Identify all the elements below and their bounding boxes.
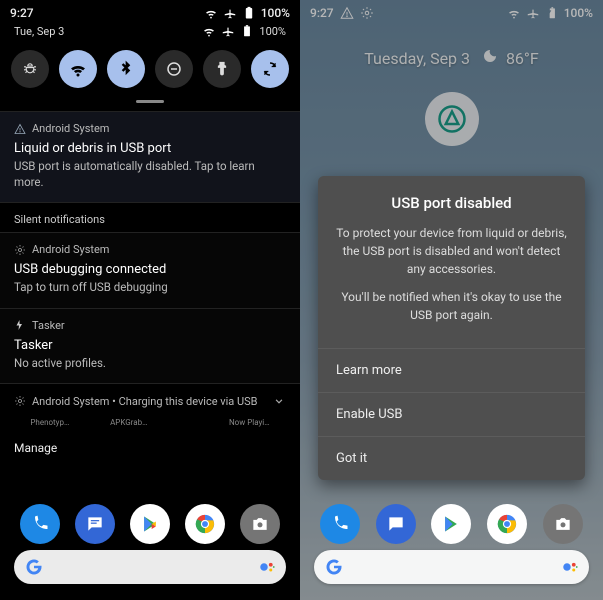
- dialog-enable-usb-button[interactable]: Enable USB: [318, 392, 585, 436]
- silent-section-header: Silent notifications: [0, 202, 300, 232]
- app-camera[interactable]: [240, 504, 280, 544]
- wifi-icon: [202, 24, 216, 38]
- usb-disabled-dialog: USB port disabled To protect your device…: [318, 176, 585, 480]
- dock: [300, 504, 603, 544]
- wifi-icon: [204, 6, 218, 20]
- assistant-icon[interactable]: [561, 558, 579, 576]
- app-play-store[interactable]: [431, 504, 471, 544]
- dialog-title: USB port disabled: [336, 194, 567, 212]
- notif-app-name: Android System: [32, 122, 109, 135]
- chevron-down-icon[interactable]: [272, 394, 286, 408]
- airplane-icon: [223, 6, 237, 20]
- background-app-labels: Phenotyp… APKGrab… Now Playi…: [0, 418, 300, 431]
- manage-button[interactable]: Manage: [0, 431, 300, 465]
- notif-body: No active profiles.: [14, 356, 286, 372]
- qs-dnd-toggle[interactable]: [155, 50, 193, 88]
- app-phone[interactable]: [320, 504, 360, 544]
- gear-icon: [14, 244, 26, 256]
- notif-title: USB debugging connected: [14, 262, 286, 277]
- app-messages[interactable]: [75, 504, 115, 544]
- notification-usb-debugging[interactable]: Android System USB debugging connected T…: [0, 232, 300, 308]
- app-camera[interactable]: [543, 504, 583, 544]
- battery-icon: [242, 6, 256, 20]
- status-time: 9:27: [10, 6, 34, 20]
- dialog-text: You'll be notified when it's okay to use…: [336, 288, 567, 324]
- airplane-icon: [221, 24, 235, 38]
- notification-charging-collapsed[interactable]: Android System • Charging this device vi…: [0, 383, 300, 418]
- dialog-text: To protect your device from liquid or de…: [336, 224, 567, 278]
- collapsed-text: Android System • Charging this device vi…: [32, 395, 258, 408]
- shade-date[interactable]: Tue, Sep 3: [14, 25, 64, 38]
- app-chrome[interactable]: [185, 504, 225, 544]
- app-play-store[interactable]: [130, 504, 170, 544]
- notif-title: Liquid or debris in USB port: [14, 141, 286, 156]
- left-screenshot: 9:27 100% Tue, Sep 3 100%: [0, 0, 300, 600]
- google-g-icon: [24, 557, 44, 577]
- dock: [0, 504, 300, 544]
- assistant-icon[interactable]: [258, 558, 276, 576]
- bolt-icon: [14, 319, 26, 331]
- battery-percent: 100%: [259, 25, 286, 38]
- qs-bluetooth-toggle[interactable]: [107, 50, 145, 88]
- notif-title: Tasker: [14, 338, 286, 353]
- notif-body: USB port is automatically disabled. Tap …: [14, 159, 286, 190]
- battery-percent: 100%: [261, 6, 290, 20]
- notification-tasker[interactable]: Tasker Tasker No active profiles.: [0, 308, 300, 384]
- app-phone[interactable]: [20, 504, 60, 544]
- shade-drag-handle[interactable]: [136, 100, 164, 103]
- gear-icon: [14, 395, 26, 407]
- dialog-got-it-button[interactable]: Got it: [318, 436, 585, 480]
- notification-usb-liquid[interactable]: Android System Liquid or debris in USB p…: [0, 111, 300, 202]
- qs-wifi-toggle[interactable]: [59, 50, 97, 88]
- dialog-learn-more-button[interactable]: Learn more: [318, 348, 585, 392]
- notif-app-name: Android System: [32, 243, 109, 256]
- quick-settings-row: [0, 46, 300, 96]
- status-bar: 9:27 100%: [0, 0, 300, 22]
- warning-icon: [14, 123, 26, 135]
- app-messages[interactable]: [376, 504, 416, 544]
- right-screenshot: 9:27 100% Tuesday, Sep 3 86°F USB port d…: [300, 0, 603, 600]
- search-bar[interactable]: [14, 550, 286, 584]
- qs-flashlight-toggle[interactable]: [203, 50, 241, 88]
- app-chrome[interactable]: [487, 504, 527, 544]
- google-g-icon: [324, 557, 344, 577]
- notif-app-name: Tasker: [32, 319, 65, 332]
- qs-bug-toggle[interactable]: [11, 50, 49, 88]
- search-bar[interactable]: [314, 550, 589, 584]
- battery-icon: [240, 24, 254, 38]
- qs-rotate-toggle[interactable]: [251, 50, 289, 88]
- notif-body: Tap to turn off USB debugging: [14, 280, 286, 296]
